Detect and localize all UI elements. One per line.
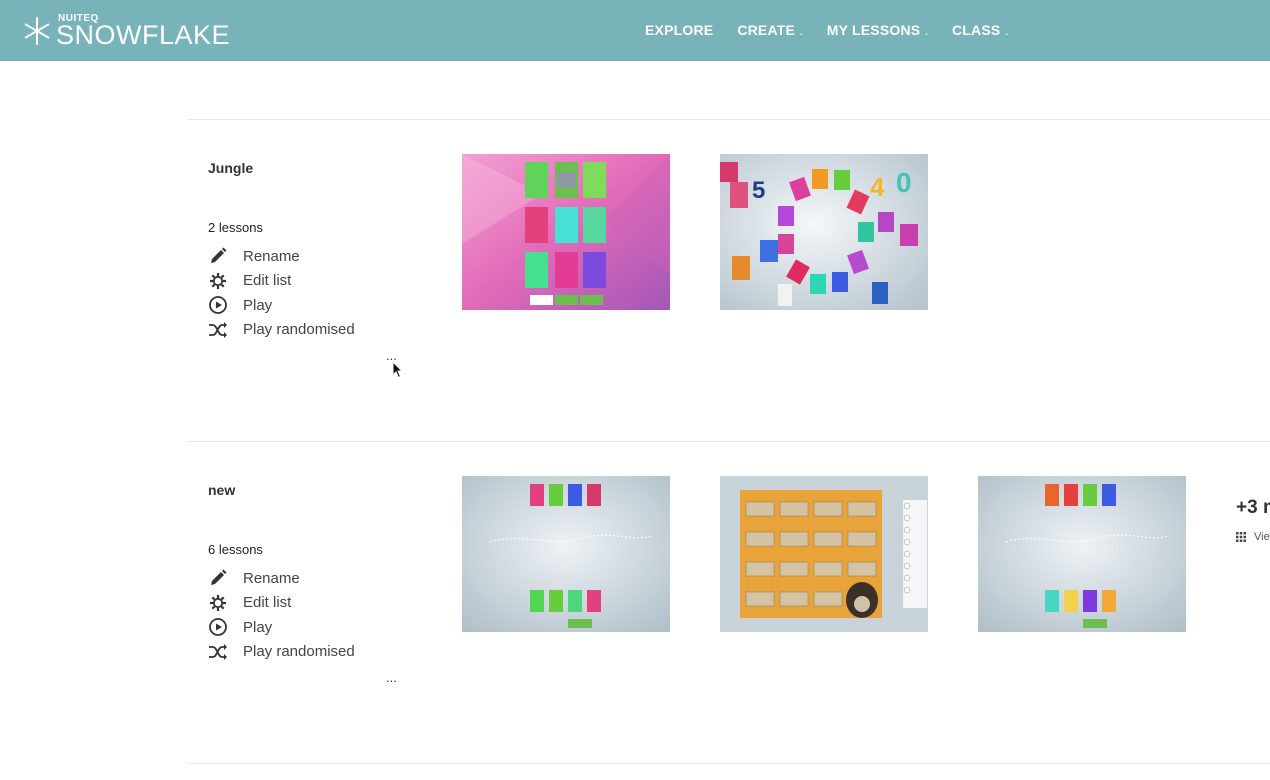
logo[interactable]: NUITEQ SNOWFLAKE <box>22 14 230 49</box>
play-button[interactable]: Play <box>208 293 355 318</box>
gear-icon <box>210 272 226 289</box>
lesson-count: 6 lessons <box>208 542 263 557</box>
rename-button[interactable]: Rename <box>208 244 355 269</box>
edit-list-button[interactable]: Edit list <box>208 591 355 616</box>
lesson-thumbnail[interactable] <box>462 476 670 632</box>
play-button[interactable]: Play <box>208 615 355 640</box>
lesson-thumbnail[interactable] <box>978 476 1186 632</box>
pencil-icon <box>211 569 227 586</box>
list-actions: Rename Edit list Play Play randomised <box>208 566 355 664</box>
list-title: Jungle <box>208 160 254 176</box>
section-divider <box>189 441 1270 442</box>
snowflake-icon <box>24 17 50 45</box>
lesson-thumbnail[interactable] <box>720 476 928 632</box>
caret-icon: . <box>925 27 928 37</box>
nav-class[interactable]: CLASS. <box>952 22 1008 38</box>
edit-list-button[interactable]: Edit list <box>208 269 355 294</box>
play-icon <box>209 296 227 315</box>
play-randomised-button[interactable]: Play randomised <box>208 318 355 343</box>
rename-button[interactable]: Rename <box>208 566 355 591</box>
lesson-count: 2 lessons <box>208 220 263 235</box>
main-nav: EXPLORE CREATE. MY LESSONS. CLASS. <box>645 22 1008 38</box>
more-lessons-count: +3 m <box>1236 497 1270 518</box>
svg-text:0: 0 <box>896 167 912 198</box>
brand-product: SNOWFLAKE <box>56 20 231 50</box>
nav-explore[interactable]: EXPLORE <box>645 22 713 38</box>
pencil-icon <box>211 247 227 264</box>
lesson-thumbnail[interactable]: 5 4 0 <box>720 154 928 310</box>
list-title: new <box>208 482 236 498</box>
caret-icon: . <box>1005 27 1009 37</box>
grid-icon <box>1236 532 1246 542</box>
play-icon <box>209 618 227 637</box>
view-all-link[interactable]: Vie <box>1236 531 1270 543</box>
lesson-thumbnail[interactable] <box>462 154 670 310</box>
nav-create[interactable]: CREATE. <box>737 22 802 38</box>
gear-icon <box>210 594 226 611</box>
play-randomised-button[interactable]: Play randomised <box>208 640 355 665</box>
svg-text:5: 5 <box>752 177 765 204</box>
shuffle-icon <box>209 643 227 660</box>
mouse-pointer-icon <box>392 361 404 379</box>
more-options-button[interactable]: ... <box>386 670 397 685</box>
list-actions: Rename Edit list Play Play randomised <box>208 244 355 342</box>
svg-text:4: 4 <box>870 172 885 202</box>
caret-icon: . <box>800 27 803 37</box>
shuffle-icon <box>209 321 227 338</box>
section-divider <box>189 763 1270 764</box>
nav-my-lessons[interactable]: MY LESSONS. <box>827 22 928 38</box>
top-bar: NUITEQ SNOWFLAKE EXPLORE CREATE. MY LESS… <box>0 0 1270 61</box>
section-divider <box>189 119 1270 120</box>
